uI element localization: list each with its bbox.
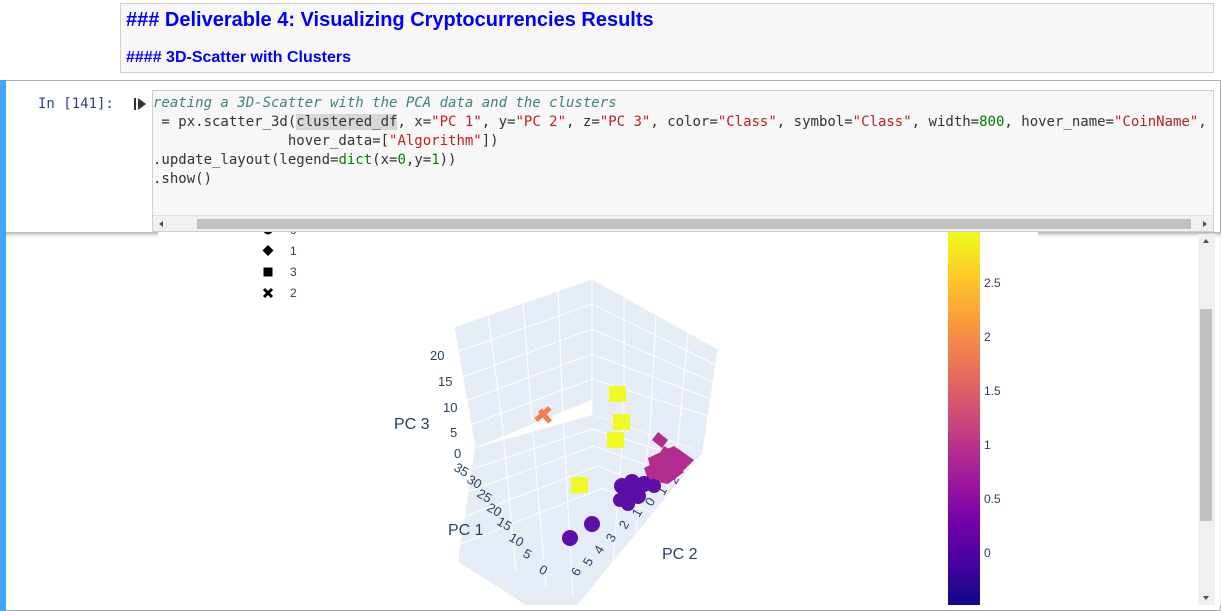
pc1-axis-title: PC 1 — [448, 522, 484, 539]
markdown-cell[interactable]: ### Deliverable 4: Visualizing Cryptocur… — [120, 3, 1214, 73]
legend-square-symbol — [263, 267, 273, 277]
code-line-4: .update_layout(legend=dict(x=0,y=1)) — [153, 152, 457, 168]
pc3-tick-label: 5 — [450, 425, 457, 440]
pc3-axis-title: PC 3 — [394, 416, 430, 433]
legend-item-2[interactable]: 2 — [262, 286, 297, 300]
output-scrollbar-thumb[interactable] — [1200, 309, 1212, 521]
legend-circle-symbol — [263, 232, 273, 235]
code-line-3: hover_data=["Algorithm"]) — [153, 133, 499, 149]
colorbar-tick-label: 2 — [984, 330, 991, 344]
class-3-point[interactable] — [609, 386, 626, 402]
scroll-down-arrow-icon[interactable] — [1201, 593, 1211, 603]
colorbar-tick-label: 1 — [984, 438, 991, 452]
code-horizontal-scrollbar[interactable] — [153, 215, 1213, 231]
pc3-tick-label: 15 — [438, 374, 452, 389]
plotly-figure[interactable]: 0 1 3 2 — [158, 232, 1038, 605]
pc3-tick-label: 0 — [454, 446, 461, 461]
code-line-1: reating a 3D-Scatter with the PCA data a… — [153, 95, 617, 111]
colorbar: 2.5 2 1.5 1 0.5 0 — [948, 232, 1001, 605]
legend[interactable]: 0 1 3 2 — [262, 232, 298, 300]
code-scrollbar-thumb[interactable] — [197, 219, 1191, 229]
legend-item-3[interactable]: 3 — [263, 265, 298, 279]
code-editor[interactable]: reating a 3D-Scatter with the PCA data a… — [152, 90, 1214, 232]
legend-diamond-symbol — [262, 245, 274, 256]
legend-label: 0 — [290, 232, 297, 237]
pc3-axis: 20 15 10 5 0 PC 3 — [394, 348, 461, 461]
class-0-point[interactable] — [647, 479, 661, 493]
class-3-point[interactable] — [613, 414, 630, 430]
legend-item-1[interactable]: 1 — [262, 244, 298, 258]
notebook-page: ### Deliverable 4: Visualizing Cryptocur… — [0, 0, 1221, 611]
colorbar-gradient — [948, 232, 980, 605]
run-cell-icon[interactable] — [133, 97, 147, 111]
scene-3d[interactable]: 20 15 10 5 0 PC 3 35 30 25 20 15 10 5 0 … — [394, 278, 720, 605]
input-prompt: In [141]: — [38, 96, 114, 112]
legend-label: 3 — [290, 265, 297, 279]
scroll-right-arrow-icon[interactable] — [1199, 218, 1211, 230]
scroll-left-arrow-icon[interactable] — [155, 218, 167, 230]
class-0-point[interactable] — [562, 530, 578, 546]
legend-item-0[interactable]: 0 — [263, 232, 298, 237]
pc3-tick-label: 20 — [430, 348, 444, 363]
pc2-axis-title: PC 2 — [662, 546, 698, 563]
legend-x-symbol — [262, 287, 274, 299]
class-0-point[interactable] — [584, 516, 600, 532]
class-3-point[interactable] — [607, 432, 624, 448]
class-3-point[interactable] — [571, 477, 588, 493]
colorbar-tick-label: 2.5 — [984, 276, 1001, 290]
output-vertical-scrollbar[interactable] — [1198, 234, 1215, 605]
class-0-point[interactable] — [621, 497, 635, 511]
legend-label: 2 — [290, 286, 297, 300]
pc3-tick-label: 10 — [443, 400, 457, 415]
code-line-5: .show() — [153, 171, 213, 187]
colorbar-tick-label: 1.5 — [984, 384, 1001, 398]
markdown-heading-4: #### 3D-Scatter with Clusters — [126, 49, 351, 66]
markdown-heading-3: ### Deliverable 4: Visualizing Cryptocur… — [126, 9, 654, 31]
colorbar-tick-label: 0 — [984, 546, 991, 560]
scatter-3d-plot[interactable]: 0 1 3 2 — [158, 232, 1038, 605]
cell-output-area: 0 1 3 2 — [6, 232, 1221, 605]
colorbar-tick-label: 0.5 — [984, 492, 1001, 506]
legend-label: 1 — [290, 244, 297, 258]
code-line-2: = px.scatter_3d(clustered_df, x="PC 1", … — [153, 114, 1207, 130]
scroll-up-arrow-icon[interactable] — [1201, 236, 1211, 246]
